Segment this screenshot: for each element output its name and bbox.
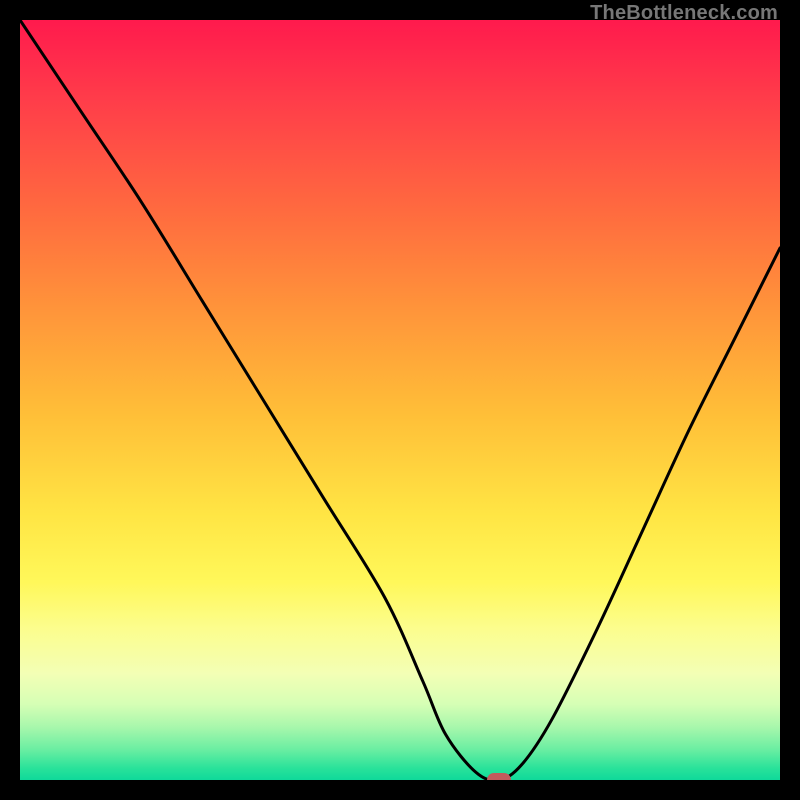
optimal-point-marker: [487, 773, 511, 780]
plot-area: [20, 20, 780, 780]
bottleneck-curve: [20, 20, 780, 780]
chart-frame: TheBottleneck.com: [0, 0, 800, 800]
